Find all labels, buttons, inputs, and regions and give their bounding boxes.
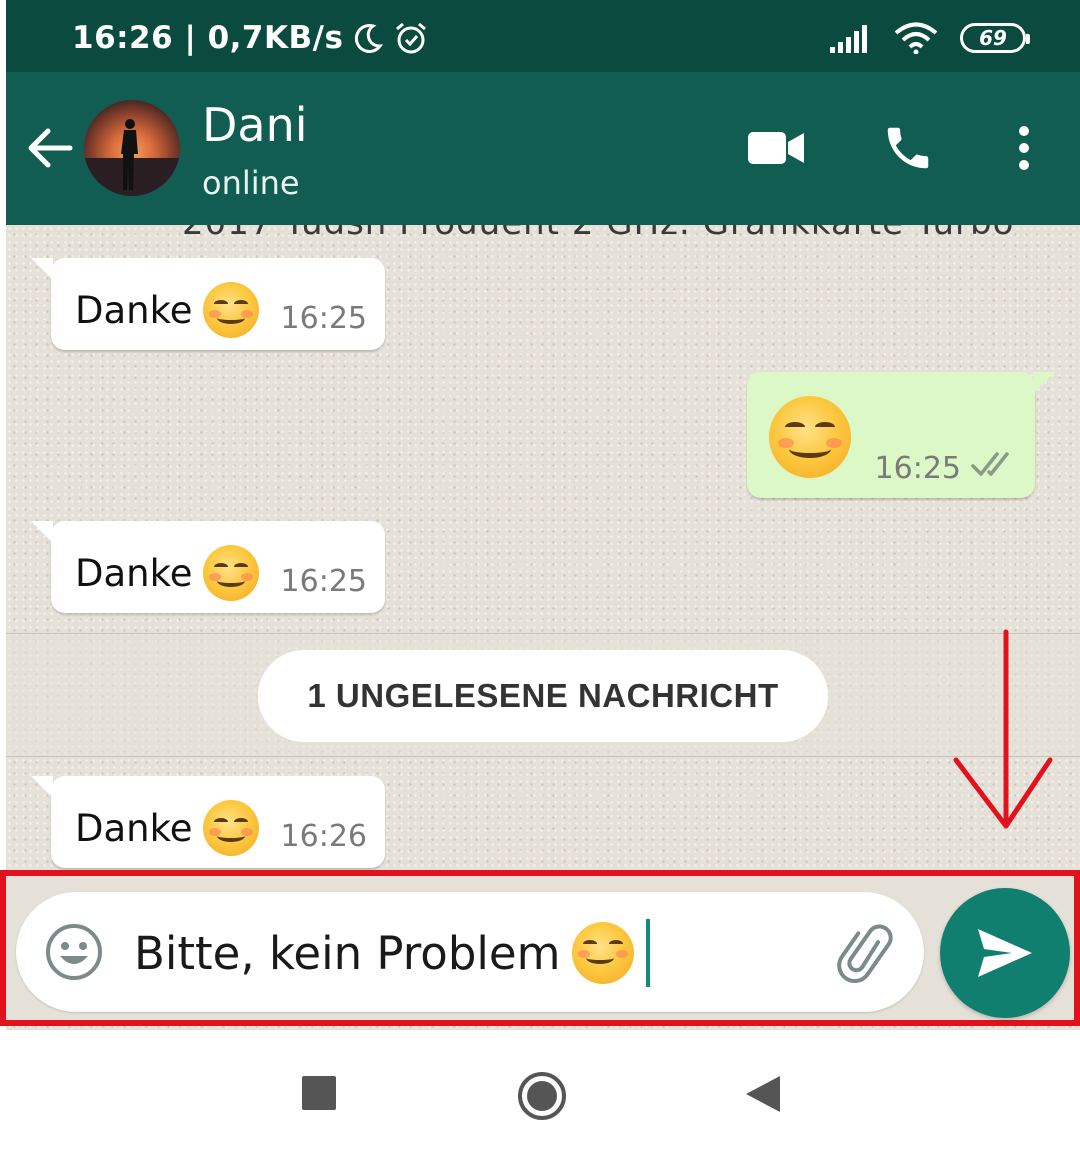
message-input-text: Bitte, kein Problem bbox=[134, 926, 561, 980]
contact-name[interactable]: Dani bbox=[202, 98, 308, 152]
back-icon[interactable] bbox=[744, 1074, 782, 1114]
double-check-icon bbox=[971, 452, 1009, 476]
more-options-icon[interactable] bbox=[992, 116, 1056, 180]
message-bubble-incoming[interactable]: Danke 16:25 bbox=[31, 521, 385, 613]
smiling-emoji-icon bbox=[202, 800, 259, 856]
message-time: 16:25 bbox=[874, 451, 961, 486]
battery-level: 69 bbox=[979, 26, 1007, 50]
message-text: Danke bbox=[75, 288, 193, 332]
unread-divider: 1 UNGELESENE NACHRICHT bbox=[6, 633, 1080, 757]
signal-icon bbox=[830, 25, 867, 53]
status-bar: 16:26 | 0,7KB/s 69 bbox=[6, 0, 1080, 72]
send-button[interactable] bbox=[940, 888, 1070, 1018]
chat-header: Dani online bbox=[6, 72, 1080, 225]
message-bubble-incoming[interactable]: Danke 16:25 bbox=[31, 258, 385, 350]
annotation-arrow-icon bbox=[953, 629, 1053, 829]
video-call-icon[interactable] bbox=[744, 116, 808, 180]
attach-icon[interactable] bbox=[836, 922, 900, 986]
message-text: Danke bbox=[75, 806, 193, 850]
alarm-icon bbox=[396, 22, 427, 54]
smiling-emoji-icon bbox=[769, 396, 851, 478]
home-icon[interactable] bbox=[516, 1070, 568, 1122]
recents-icon[interactable] bbox=[302, 1076, 336, 1110]
contact-status: online bbox=[202, 164, 300, 202]
message-time: 16:25 bbox=[280, 564, 367, 599]
message-time: 16:26 bbox=[280, 819, 367, 854]
avatar-silhouette bbox=[84, 119, 180, 196]
avatar[interactable] bbox=[84, 100, 180, 196]
message-bubble-incoming[interactable]: Danke 16:26 bbox=[31, 776, 385, 868]
clock-and-speed: 16:26 | 0,7KB/s bbox=[72, 20, 344, 56]
wifi-icon bbox=[894, 22, 938, 54]
battery-icon: 69 bbox=[960, 23, 1030, 53]
emoji-picker-icon[interactable] bbox=[42, 920, 106, 984]
system-nav-bar bbox=[0, 1030, 1080, 1152]
message-input[interactable]: Bitte, kein Problem bbox=[16, 892, 924, 1012]
text-caret bbox=[646, 919, 651, 987]
unread-label: 1 UNGELESENE NACHRICHT bbox=[258, 650, 828, 742]
send-icon bbox=[978, 929, 1032, 977]
smiling-emoji-icon bbox=[202, 545, 259, 601]
smiling-emoji-icon bbox=[572, 922, 635, 984]
smiling-blush-emoji-icon bbox=[202, 282, 259, 338]
back-arrow-icon[interactable] bbox=[24, 122, 76, 174]
message-time: 16:25 bbox=[280, 301, 367, 336]
moon-icon bbox=[355, 24, 384, 53]
message-text: Danke bbox=[75, 551, 193, 595]
phone-call-icon[interactable] bbox=[876, 116, 940, 180]
message-bubble-outgoing[interactable]: 16:25 bbox=[747, 372, 1055, 498]
cutoff-message-text: 2017 Tudsn Produent 2 GHz. Grafikkarte T… bbox=[182, 225, 1014, 243]
